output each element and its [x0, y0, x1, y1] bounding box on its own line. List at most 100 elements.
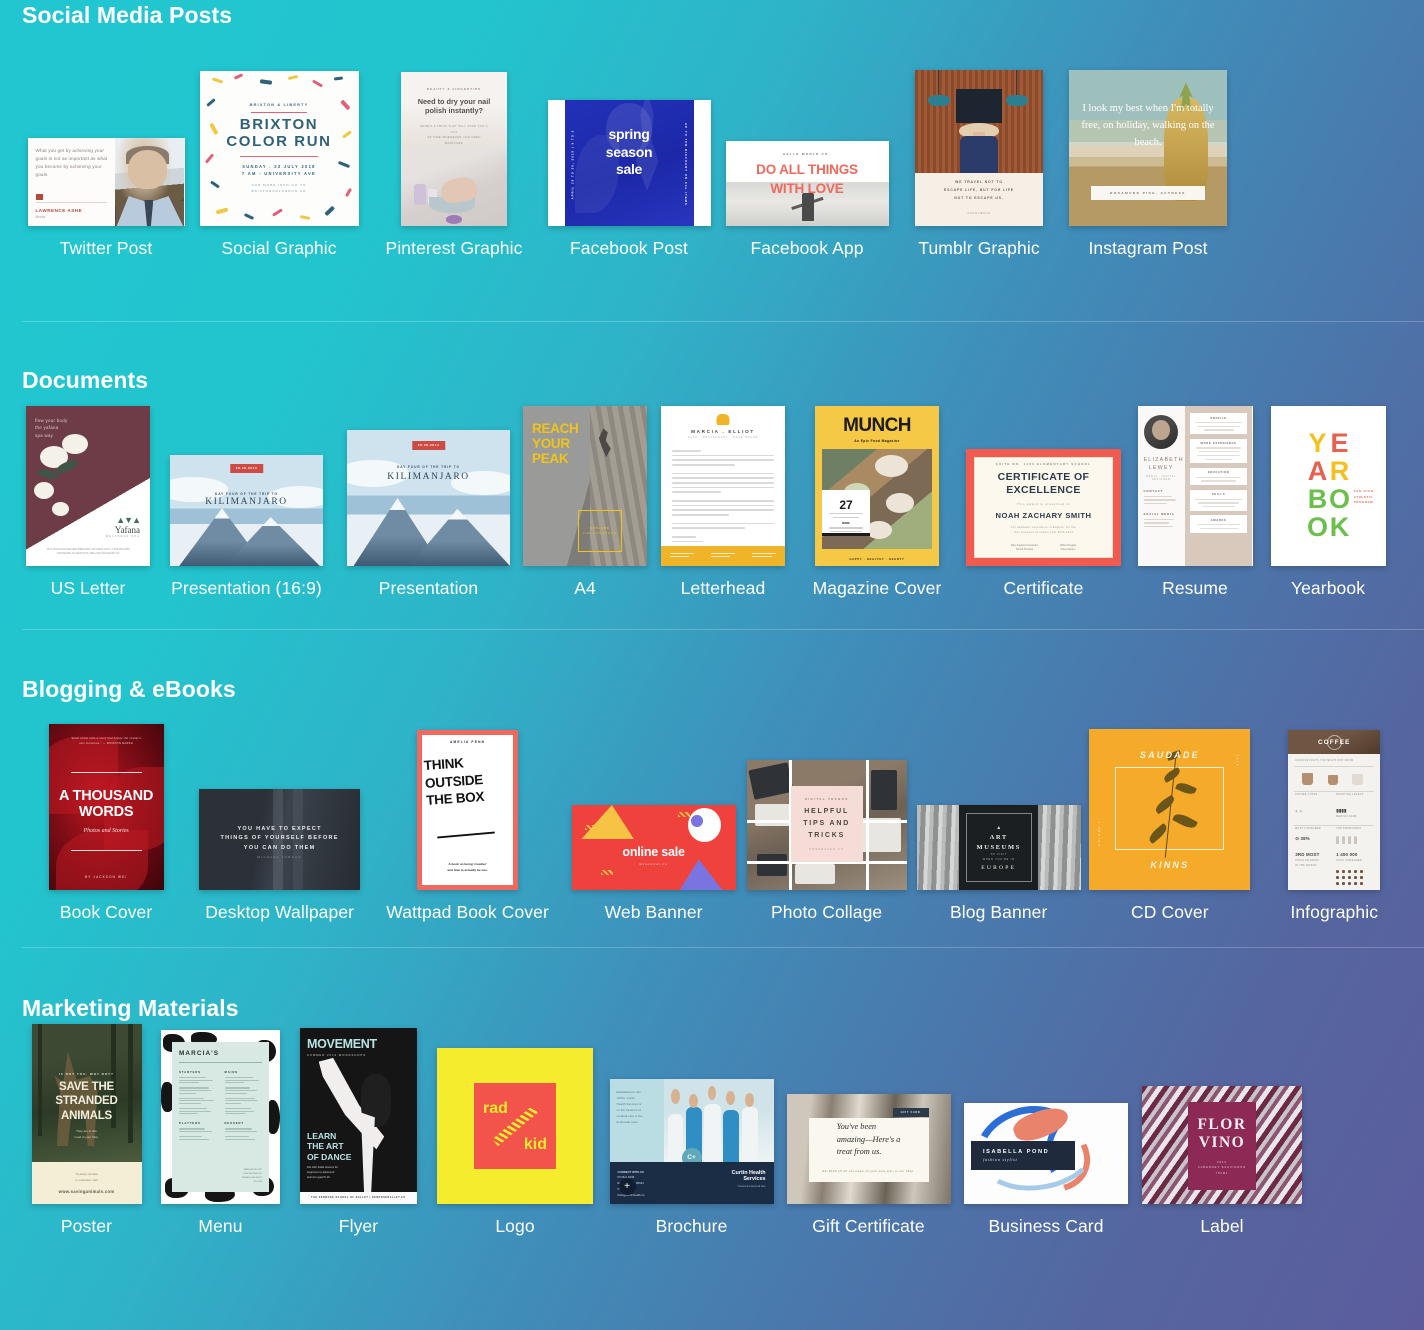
- thumbnail-yearbook: Y E A R B O O K SAN JUAN ATHLETIC PROGRA…: [1270, 406, 1386, 566]
- infographic-stat-1: 3RD MOST: [1295, 852, 1320, 857]
- menu-footer: MARCIA'S BISTRO 1400 WHITEWOOD AVENUE, M…: [242, 1169, 262, 1184]
- template-card-facebook-app[interactable]: HELLO WORLD CO. DO ALL THINGS WITH LOVE …: [718, 58, 896, 259]
- cd-cover-side-left: VOLUME I: [1098, 820, 1102, 846]
- thumbnail-tumblr-graphic: WE TRAVEL NOT TO ESCAPE LIFE, BUT FOR LI…: [915, 70, 1043, 226]
- thumbnail-blog-banner: ▲ ART MUSEUMS TO VISIT WHEN YOU'RE IN EU…: [916, 805, 1081, 890]
- flyer-headline: LEARN THE ART OF DANCE: [307, 1130, 352, 1162]
- template-card-blog-banner[interactable]: ▲ ART MUSEUMS TO VISIT WHEN YOU'RE IN EU…: [912, 712, 1085, 923]
- social-title-2: COLOR RUN: [226, 132, 332, 150]
- book-cover-subtitle: Photos and Stories: [83, 828, 129, 834]
- thumbnail-magazine-cover: MUNCH An Epic Food Magazine 27 MORE HAPP…: [815, 406, 939, 566]
- twitter-quote: What you get by achieving your goals is …: [35, 148, 108, 178]
- template-card-tumblr-graphic[interactable]: WE TRAVEL NOT TO ESCAPE LIFE, BUT FOR LI…: [896, 58, 1062, 259]
- section-marketing-materials: Marketing Materials IF NOT YOU, WHY NOT?…: [0, 948, 1424, 1237]
- template-card-letterhead[interactable]: MARCIA . ELLIOT CAFE . RESTAURANT . BAKE…: [652, 398, 794, 599]
- template-card-cd-cover[interactable]: SAUDADE KINNS VOLUME I 2018 CD Cover: [1085, 712, 1254, 923]
- facebook-app-headline: DO ALL THINGS WITH LOVE: [756, 162, 858, 196]
- poster-title: SAVE THE STRANDED ANIMALS: [55, 1081, 118, 1122]
- template-card-desktop-wallpaper[interactable]: YOU HAVE TO EXPECT THINGS OF YOURSELF BE…: [190, 712, 369, 923]
- template-card-presentation-169[interactable]: 05.28.2014 DAY FOUR OF THE TRIP TO KILIM…: [154, 398, 339, 599]
- blog-banner-region: EUROPE: [981, 865, 1017, 871]
- magazine-subtitle: An Epic Food Magazine: [854, 439, 900, 443]
- twitter-rule: [35, 202, 108, 203]
- blog-banner-title: ART MUSEUMS: [976, 834, 1021, 851]
- presentation-169-title: KILIMANJARO: [205, 497, 288, 508]
- template-card-brochure[interactable]: Established in the 1970s, Curtin Health …: [603, 1018, 780, 1237]
- thumbnail-label: FLOR VINO 2014 CABERNET SAUVIGNON 750ML: [1142, 1086, 1302, 1204]
- social-title-1: BRIXTON: [239, 116, 319, 134]
- instagram-quote: I look my best when I'm totally free, on…: [1081, 103, 1215, 148]
- brochure-plus-icon: +: [618, 1178, 636, 1195]
- thumbnail-flyer: MOVEMENT SUMMER 2019 WORKSHOPS LEARN THE…: [300, 1028, 417, 1204]
- resume-role: MEDIA . DIGITAL DESIGNER: [1146, 475, 1177, 482]
- template-card-us-letter[interactable]: flow your body the yafana spa way ▲▼▲ Ya…: [22, 398, 154, 599]
- template-card-instagram-post[interactable]: I look my best when I'm totally free, on…: [1062, 58, 1234, 259]
- thumbnail-resume: ELIZABETH LEWEY MEDIA . DIGITAL DESIGNER…: [1137, 406, 1253, 566]
- template-card-book-cover[interactable]: "Each photo tells a story that brings th…: [22, 712, 190, 923]
- letterhead-footer: [661, 546, 785, 566]
- flyer-footer: THE PENROSE SCHOOL OF BALLET | PENROSEBA…: [311, 1197, 406, 1199]
- template-label-poster: Poster: [60, 1216, 113, 1236]
- template-row-social-media-posts: What you get by achieving your goals is …: [0, 29, 1424, 259]
- template-label-social-graphic: Social Graphic: [221, 238, 337, 258]
- thumbnail-twitter-post: What you get by achieving your goals is …: [27, 138, 185, 226]
- social-date-2: 7 AM - UNIVERSITY AVE: [241, 171, 317, 177]
- brochure-brand: Curtin Health Services Trusted and perso…: [731, 1169, 766, 1189]
- certificate-desc: For academic excellence in English, for …: [1011, 525, 1076, 534]
- template-card-social-graphic[interactable]: BRIXTON & LIBERTY BRIXTON COLOR RUN SUND…: [190, 58, 368, 259]
- thumbnail-web-banner: online sale Essential.co: [571, 805, 736, 890]
- tumblr-quote: WE TRAVEL NOT TO ESCAPE LIFE, BUT FOR LI…: [944, 180, 1014, 200]
- presentation-169-eyebrow: DAY FOUR OF THE TRIP TO: [215, 491, 278, 496]
- template-card-yearbook[interactable]: Y E A R B O O K SAN JUAN ATHLETIC PROGRA…: [1263, 398, 1393, 599]
- template-card-poster[interactable]: IF NOT YOU, WHY NOT? SAVE THE STRANDED A…: [22, 1018, 151, 1237]
- certificate-presented: This award is presented to: [1016, 501, 1071, 506]
- template-card-presentation[interactable]: 05.28.2014 DAY FOUR OF THE TRIP TO KILIM…: [339, 398, 518, 599]
- template-card-certificate[interactable]: SUITE NO. 1400 ELEMENTARY SCHOOL CERTIFI…: [960, 398, 1127, 599]
- presentation-eyebrow: DAY FOUR OF THE TRIP TO: [397, 465, 460, 470]
- template-label-facebook-app: Facebook App: [750, 238, 864, 258]
- resume-name: ELIZABETH LEWEY: [1143, 457, 1184, 471]
- poster-sub: They are in dire need of your help.: [74, 1129, 99, 1139]
- template-card-twitter-post[interactable]: What you get by achieving your goals is …: [22, 58, 190, 259]
- template-card-business-card[interactable]: ISABELLA POND fashion stylist Business C…: [957, 1018, 1135, 1237]
- social-small-2: BRIXTONCOLORRUN.CO: [251, 189, 307, 194]
- template-card-pinterest-graphic[interactable]: BEAUTY & FINGERTIPS Need to dry your nai…: [368, 58, 540, 259]
- template-card-wattpad-book-cover[interactable]: AMELIA PENN THINK OUTSIDE THE BOX A book…: [369, 712, 566, 923]
- facebook-app-eyebrow: HELLO WORLD CO.: [783, 152, 831, 156]
- thumbnail-logo: rad kid: [437, 1048, 593, 1204]
- yearbook-badge: SAN JUAN ATHLETIC PROGRAM: [1353, 489, 1374, 504]
- section-heading-documents: Documents: [22, 367, 149, 393]
- template-card-web-banner[interactable]: online sale Essential.co Web Banner: [566, 712, 741, 923]
- template-card-infographic[interactable]: COFFEE CURIOUS FACTS YOU MIGHT NOT KNOW …: [1254, 712, 1414, 923]
- infographic-sub: CURIOUS FACTS YOU MIGHT NOT KNOW: [1295, 760, 1354, 762]
- magazine-card: 27 MORE: [822, 490, 870, 536]
- template-label-flyer: Flyer: [338, 1216, 379, 1236]
- certificate-eyebrow: SUITE NO. 1400 ELEMENTARY SCHOOL: [995, 462, 1092, 467]
- us-letter-footer: 1671 HIGHLAND AVE NEW BEDFORD, MA 02840-…: [46, 547, 130, 556]
- a4-box: EXPLORE THE OUTDOORS: [577, 510, 623, 552]
- section-social-media-posts: Social Media Posts What you get by achie…: [0, 0, 1424, 322]
- template-label-presentation: Presentation: [378, 578, 479, 598]
- template-label-logo: Logo: [495, 1216, 535, 1236]
- template-card-label[interactable]: FLOR VINO 2014 CABERNET SAUVIGNON 750ML …: [1135, 1018, 1309, 1237]
- flyer-title: MOVEMENT: [307, 1037, 377, 1051]
- infographic-stat-2: 1 400 000: [1336, 852, 1358, 857]
- template-card-a4[interactable]: REACH YOUR PEAK EXPLORE THE OUTDOORS A4: [518, 398, 652, 599]
- thumbnail-wattpad-book-cover: AMELIA PENN THINK OUTSIDE THE BOX A book…: [417, 730, 519, 890]
- thumbnail-desktop-wallpaper: YOU HAVE TO EXPECT THINGS OF YOURSELF BE…: [199, 789, 361, 890]
- thumbnail-certificate: SUITE NO. 1400 ELEMENTARY SCHOOL CERTIFI…: [966, 449, 1121, 566]
- template-card-gift-certificate[interactable]: GIFT CARD You've been amazing—Here's a t…: [780, 1018, 957, 1237]
- template-card-menu[interactable]: MARCIA'S STARTERS PLATTERS MAINS DESSERT…: [151, 1018, 290, 1237]
- template-card-flyer[interactable]: MOVEMENT SUMMER 2019 WORKSHOPS LEARN THE…: [290, 1018, 427, 1237]
- template-card-facebook-post[interactable]: APRIL 28 TO 30, 2018 | 9 TO 5 UP TO 70% …: [540, 58, 718, 259]
- thumbnail-poster: IF NOT YOU, WHY NOT? SAVE THE STRANDED A…: [31, 1024, 142, 1204]
- template-card-resume[interactable]: ELIZABETH LEWEY MEDIA . DIGITAL DESIGNER…: [1127, 398, 1263, 599]
- template-card-logo[interactable]: rad kid Logo: [427, 1018, 603, 1237]
- us-letter-headline: flow your body the yafana spa way: [35, 418, 68, 438]
- template-label-label: Label: [1200, 1216, 1244, 1236]
- template-card-photo-collage[interactable]: DIGITAL TRENDS HELPFUL TIPS AND TRICKS H…: [741, 712, 912, 923]
- template-card-magazine-cover[interactable]: MUNCH An Epic Food Magazine 27 MORE HAPP…: [794, 398, 960, 599]
- presentation-title: KILIMANJARO: [387, 472, 470, 483]
- thumbnail-instagram-post: I look my best when I'm totally free, on…: [1069, 70, 1227, 226]
- thumbnail-infographic: COFFEE CURIOUS FACTS YOU MIGHT NOT KNOW …: [1288, 730, 1381, 890]
